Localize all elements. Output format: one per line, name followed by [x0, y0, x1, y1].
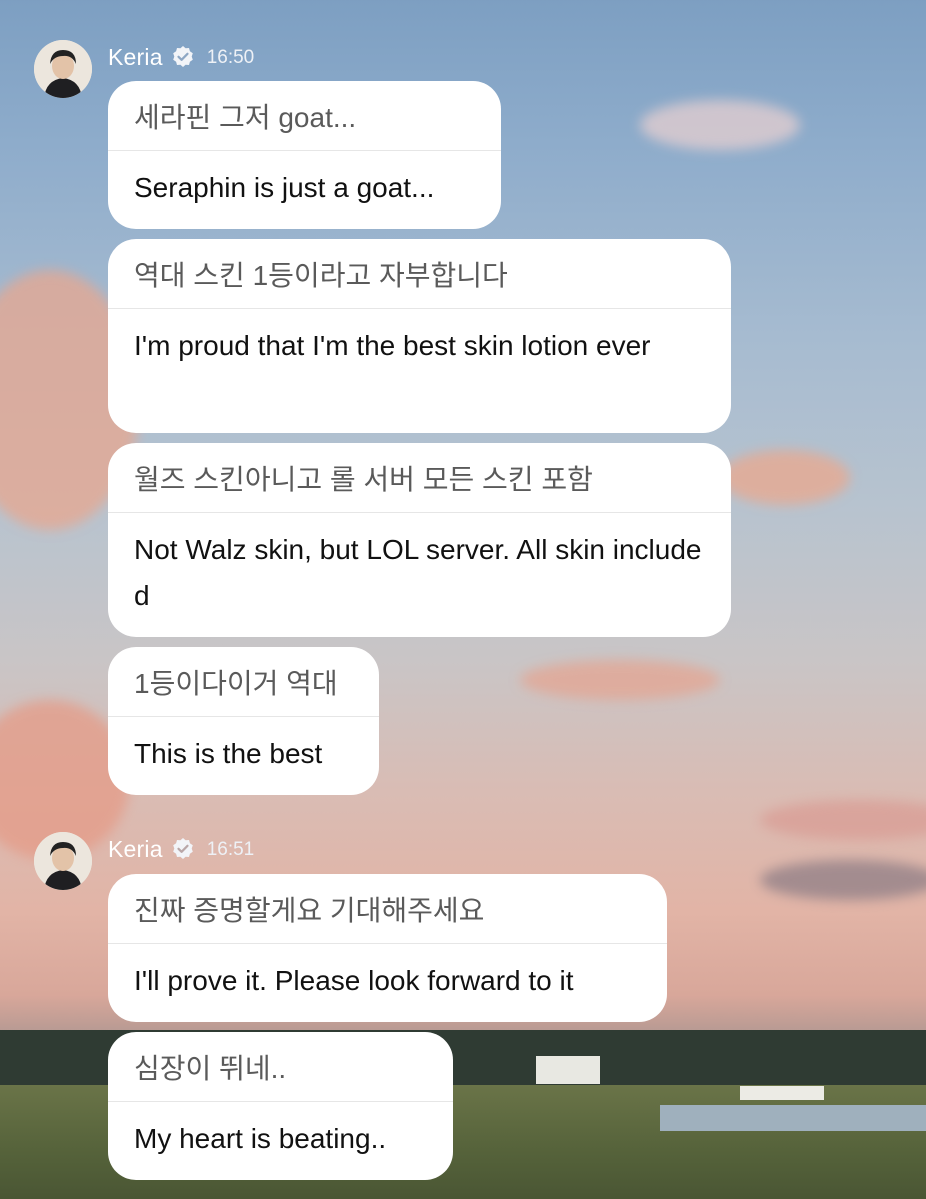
- verified-check-icon: [172, 46, 193, 67]
- wallpaper-cloud: [760, 800, 926, 840]
- message-timestamp: 16:50: [206, 47, 255, 68]
- message-bubble[interactable]: 세라핀 그저 goat... Seraphin is just a goat..…: [108, 81, 501, 229]
- wallpaper-cloud: [760, 860, 926, 900]
- wallpaper-cloud: [720, 450, 850, 505]
- wallpaper-water: [660, 1105, 926, 1131]
- original-text: 월즈 스킨아니고 롤 서버 모든 스킨 포함: [108, 443, 731, 513]
- original-text: 진짜 증명할게요 기대해주세요: [108, 874, 667, 944]
- original-text: 1등이다이거 역대: [108, 647, 379, 717]
- message-bubble[interactable]: 1등이다이거 역대 This is the best: [108, 647, 379, 795]
- avatar-icon: [34, 40, 92, 98]
- wallpaper-cloud: [520, 660, 720, 700]
- original-text: 세라핀 그저 goat...: [108, 81, 501, 151]
- translated-text: My heart is beating..: [134, 1123, 387, 1154]
- message-bubble[interactable]: 월즈 스킨아니고 롤 서버 모든 스킨 포함 Not Walz skin, bu…: [108, 443, 731, 637]
- message-bubble[interactable]: 심장이 뛰네.. My heart is beating..: [108, 1032, 453, 1180]
- wallpaper-cloud: [640, 100, 800, 150]
- translated-text: This is the best: [134, 738, 323, 769]
- translated-text: I'll prove it. Please look forward to it: [134, 965, 574, 996]
- sender-name[interactable]: Keria: [108, 44, 163, 71]
- sender-avatar[interactable]: [34, 832, 92, 890]
- message-bubble[interactable]: 진짜 증명할게요 기대해주세요 I'll prove it. Please lo…: [108, 874, 667, 1022]
- wallpaper-building: [740, 1086, 824, 1100]
- wallpaper-building: [536, 1056, 600, 1084]
- translated-text: Not Walz skin, but LOL server. All skin …: [134, 534, 702, 611]
- sender-avatar[interactable]: [34, 40, 92, 98]
- original-text: 심장이 뛰네..: [108, 1032, 453, 1102]
- message-timestamp: 16:51: [206, 839, 255, 860]
- message-bubble[interactable]: 역대 스킨 1등이라고 자부합니다 I'm proud that I'm the…: [108, 239, 731, 433]
- original-text: 역대 스킨 1등이라고 자부합니다: [108, 239, 731, 309]
- translated-text: Seraphin is just a goat...: [134, 172, 435, 203]
- sender-name[interactable]: Keria: [108, 836, 163, 863]
- translated-text: I'm proud that I'm the best skin lotion …: [134, 330, 651, 361]
- avatar-icon: [34, 832, 92, 890]
- verified-check-icon: [172, 838, 193, 859]
